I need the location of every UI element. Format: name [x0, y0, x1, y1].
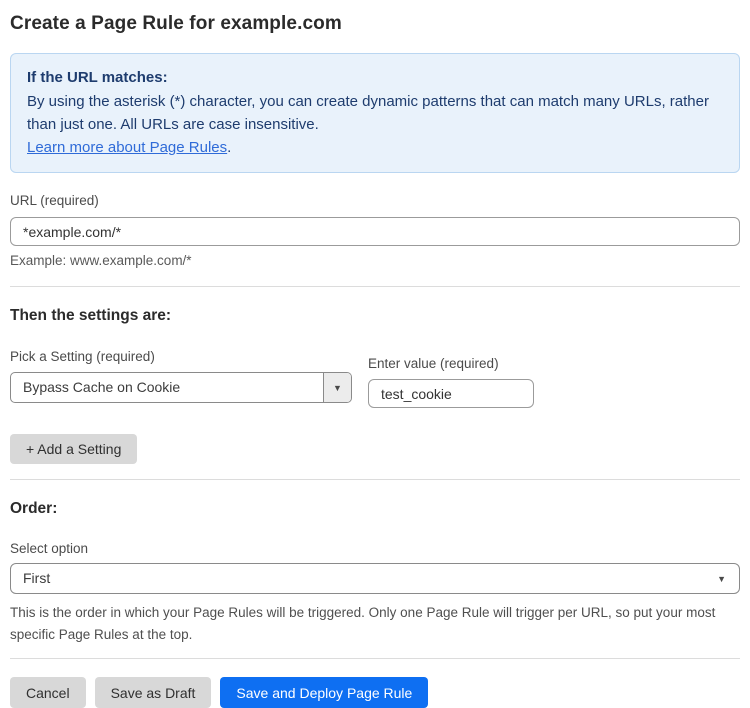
chevron-down-icon: ▼	[333, 383, 342, 393]
cancel-button[interactable]: Cancel	[10, 677, 86, 708]
learn-more-link[interactable]: Learn more about Page Rules	[27, 139, 227, 156]
divider	[10, 658, 740, 659]
url-match-info-box: If the URL matches: By using the asteris…	[10, 53, 740, 173]
settings-heading: Then the settings are:	[10, 307, 740, 325]
footer-actions: Cancel Save as Draft Save and Deploy Pag…	[10, 677, 740, 708]
setting-value-column: Enter value (required)	[368, 349, 534, 408]
info-box-body: By using the asterisk (*) character, you…	[27, 90, 723, 136]
save-as-draft-button[interactable]: Save as Draft	[95, 677, 212, 708]
value-label: Enter value (required)	[368, 349, 534, 371]
order-select-value: First	[11, 564, 739, 593]
setting-label: Pick a Setting (required)	[10, 349, 352, 364]
setting-picker-column: Pick a Setting (required) Bypass Cache o…	[10, 349, 352, 403]
setting-dropdown-arrow-button[interactable]: ▼	[323, 373, 351, 402]
info-box-heading: If the URL matches:	[27, 66, 723, 89]
save-and-deploy-button[interactable]: Save and Deploy Page Rule	[220, 677, 428, 708]
page-title: Create a Page Rule for example.com	[10, 13, 740, 35]
divider	[10, 479, 740, 480]
order-select-label: Select option	[10, 541, 740, 556]
order-help-text: This is the order in which your Page Rul…	[10, 602, 740, 646]
page-rule-form: Create a Page Rule for example.com If th…	[0, 13, 750, 708]
setting-dropdown[interactable]: Bypass Cache on Cookie ▼	[10, 372, 352, 403]
settings-row: Pick a Setting (required) Bypass Cache o…	[10, 349, 740, 408]
url-example-text: Example: www.example.com/*	[10, 253, 740, 268]
divider	[10, 286, 740, 287]
order-select[interactable]: First ▼	[10, 563, 740, 594]
order-heading: Order:	[10, 500, 740, 518]
add-setting-button[interactable]: + Add a Setting	[10, 434, 137, 464]
info-box-link-line: Learn more about Page Rules.	[27, 136, 723, 159]
url-label: URL (required)	[10, 193, 740, 208]
url-input[interactable]	[10, 217, 740, 246]
setting-value-input[interactable]	[368, 379, 534, 408]
setting-dropdown-value: Bypass Cache on Cookie	[11, 373, 323, 402]
chevron-down-icon: ▼	[717, 564, 726, 593]
link-period: .	[227, 139, 231, 156]
